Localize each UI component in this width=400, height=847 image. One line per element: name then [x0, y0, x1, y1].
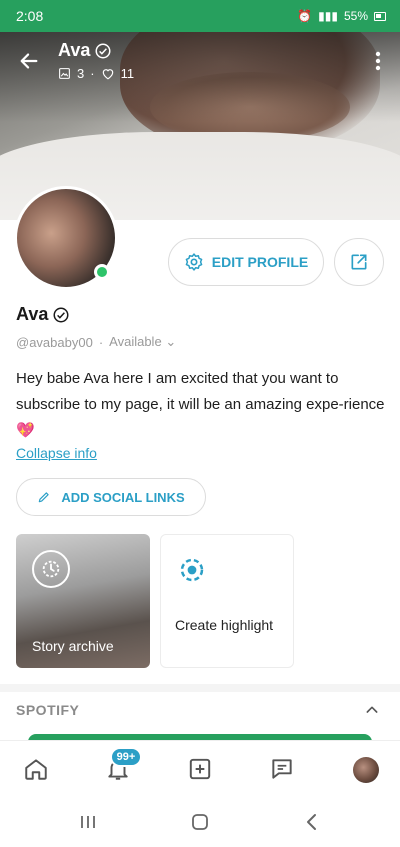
gear-icon: [185, 253, 203, 271]
recent-apps-button[interactable]: [76, 810, 100, 834]
heart-icon: [102, 69, 113, 80]
home-icon: [25, 759, 47, 780]
chevron-up-icon: [366, 706, 378, 713]
chevron-left-icon: [307, 814, 316, 830]
collapse-info-link[interactable]: Collapse info: [16, 445, 97, 461]
recent-apps-icon: [81, 816, 95, 828]
create-highlight-card[interactable]: Create highlight: [160, 534, 294, 668]
spotify-section-title: SPOTIFY: [16, 702, 80, 718]
handle-row: @avababy00 · Available ⌄: [16, 334, 176, 350]
nav-messages[interactable]: [266, 753, 298, 785]
system-back-button[interactable]: [300, 810, 324, 834]
status-bar: 2:08 ⏰ ▮▮▮ 55%: [0, 0, 400, 32]
message-icon: [272, 759, 292, 779]
create-highlight-label: Create highlight: [175, 617, 274, 633]
profile-header: Ava 3 · 11: [0, 32, 400, 92]
chevron-down-icon: ⌄: [165, 334, 177, 349]
spotify-collapse-button[interactable]: [360, 698, 384, 722]
notifications-badge: 99+: [110, 747, 142, 767]
availability-dropdown[interactable]: Available ⌄: [109, 334, 176, 350]
signal-icon: ▮▮▮: [318, 9, 338, 23]
share-icon: [351, 254, 367, 270]
alarm-icon: ⏰: [297, 9, 313, 23]
plus-square-icon: [189, 758, 211, 780]
online-status-dot: [94, 264, 110, 280]
share-button[interactable]: [334, 238, 384, 286]
profile-name: Ava: [16, 304, 70, 325]
status-time: 2:08: [16, 8, 44, 24]
highlight-icon: [180, 558, 204, 582]
more-vertical-icon: [375, 51, 381, 71]
history-icon: [32, 550, 70, 588]
status-icons: ⏰ ▮▮▮ 55%: [297, 9, 386, 23]
nav-profile-avatar[interactable]: [353, 757, 379, 783]
more-options-button[interactable]: [368, 46, 388, 76]
profile-handle: @avababy00: [16, 334, 93, 350]
add-social-links-label: ADD SOCIAL LINKS: [61, 489, 185, 505]
header-name-text: Ava: [58, 40, 91, 60]
header-name: Ava: [58, 40, 112, 61]
verified-icon: [95, 43, 111, 58]
nav-add-post[interactable]: [184, 753, 216, 785]
system-navigation-bar: [0, 798, 400, 847]
edit-profile-button[interactable]: EDIT PROFILE: [168, 238, 324, 286]
back-button[interactable]: [14, 46, 44, 76]
likes-count: 11: [120, 66, 135, 81]
story-archive-label: Story archive: [32, 638, 114, 654]
bottom-navigation: [0, 740, 400, 798]
availability-label: Available: [109, 334, 162, 349]
add-social-links-button[interactable]: ADD SOCIAL LINKS: [16, 478, 206, 516]
story-archive-card[interactable]: Story archive: [16, 534, 150, 668]
photos-count: 3: [77, 66, 85, 81]
edit-profile-label: EDIT PROFILE: [211, 254, 309, 270]
nav-home[interactable]: [20, 753, 52, 785]
handle-separator: ·: [98, 334, 104, 350]
profile-bio: Hey babe Ava here I am excited that you …: [16, 370, 385, 439]
home-square-icon: [192, 814, 208, 830]
arrow-left-icon: [20, 53, 38, 69]
image-icon: [59, 68, 70, 79]
meta-separator: ·: [90, 66, 95, 81]
battery-icon: [374, 11, 386, 21]
header-stats: 3 · 11: [58, 66, 134, 81]
section-divider: [0, 684, 400, 692]
home-system-button[interactable]: [188, 810, 212, 834]
verified-icon: [53, 307, 69, 322]
battery-percent: 55%: [343, 9, 368, 23]
profile-name-text: Ava: [16, 304, 49, 324]
pencil-icon: [39, 492, 50, 503]
